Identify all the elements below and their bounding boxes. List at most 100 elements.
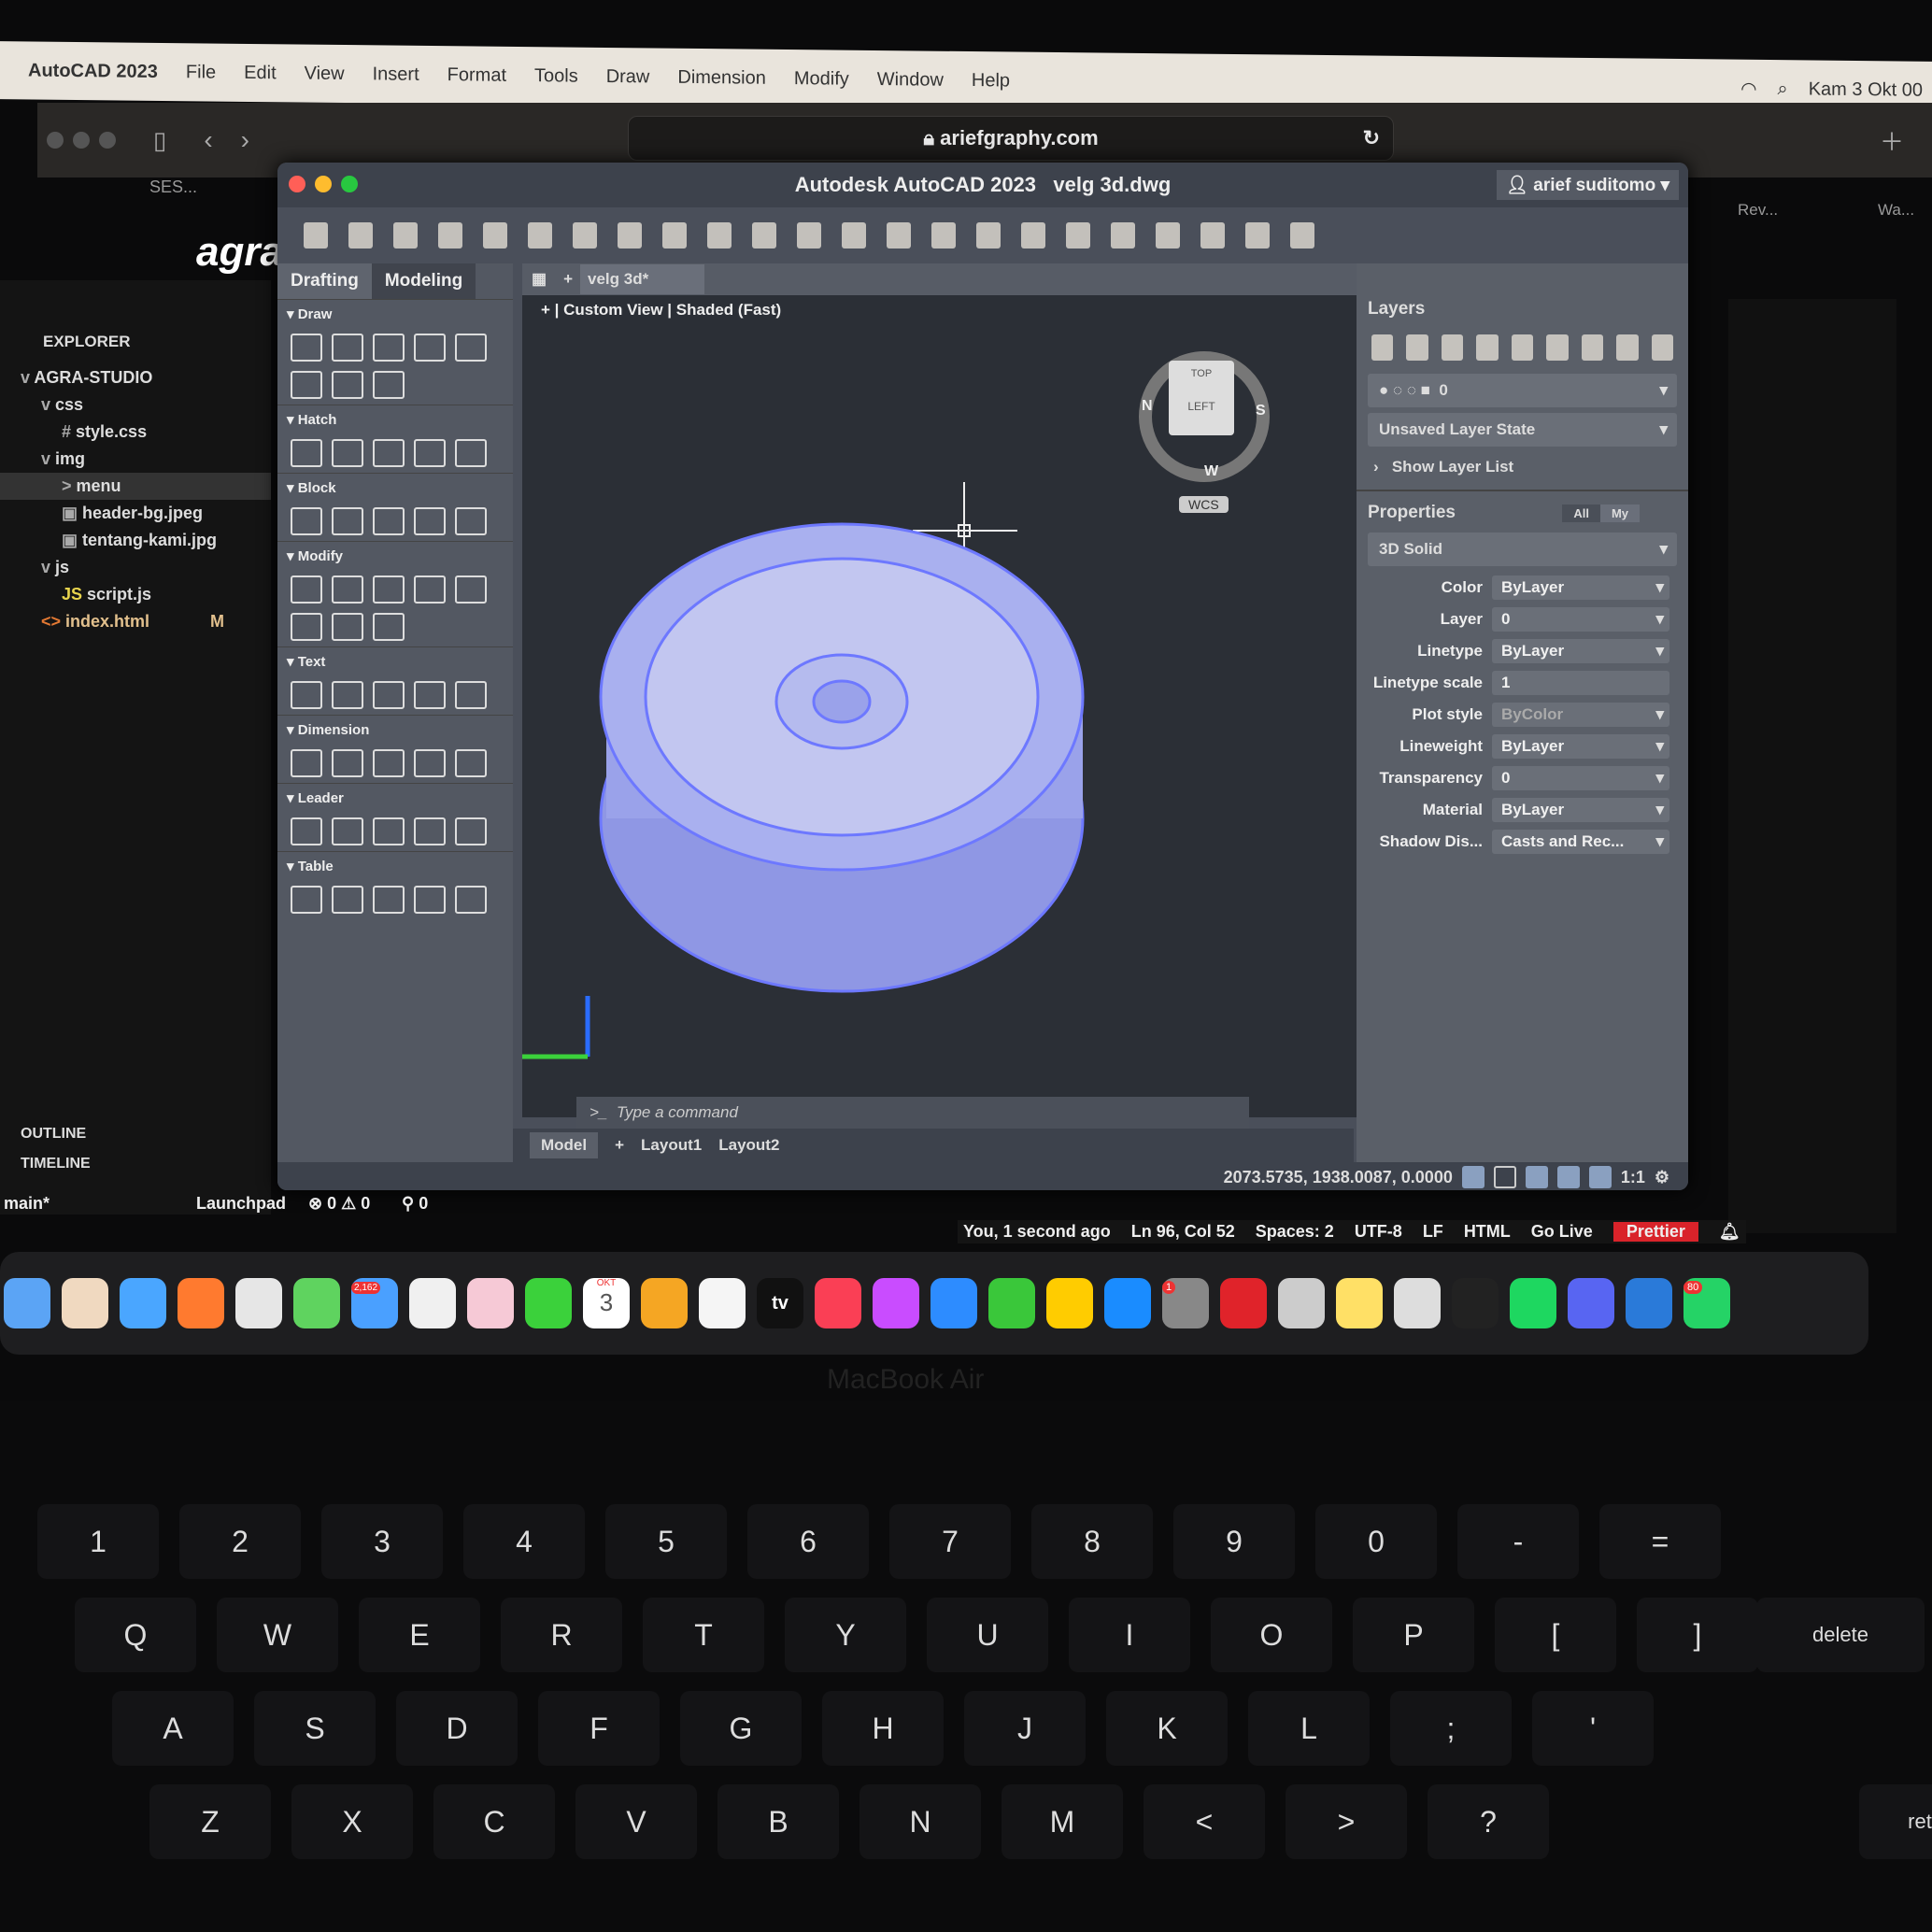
user-account-button[interactable]: 👤︎ arief suditomo ▾ bbox=[1496, 170, 1679, 200]
tool-icon[interactable] bbox=[291, 439, 322, 467]
tree-item[interactable]: v img bbox=[0, 446, 271, 473]
back-icon[interactable]: ‹ bbox=[204, 125, 212, 155]
attach-icon[interactable] bbox=[842, 222, 866, 249]
layer-tool-icon[interactable] bbox=[1616, 334, 1639, 361]
key[interactable]: A bbox=[112, 1691, 234, 1766]
ports-indicator[interactable]: ⚲ 0 bbox=[402, 1194, 428, 1214]
tool-icon[interactable] bbox=[332, 886, 363, 914]
tool-icon[interactable] bbox=[455, 681, 487, 709]
tree-item[interactable]: JS script.js bbox=[0, 581, 271, 608]
menu-insert[interactable]: Insert bbox=[373, 64, 419, 86]
dock-app-icon[interactable]: 1 bbox=[1162, 1278, 1209, 1328]
tool-icon[interactable] bbox=[332, 371, 363, 399]
key[interactable]: E bbox=[359, 1598, 480, 1672]
plot-icon[interactable] bbox=[573, 222, 597, 249]
git-blame[interactable]: You, 1 second ago bbox=[963, 1222, 1111, 1242]
dock-app-icon[interactable] bbox=[1626, 1278, 1672, 1328]
search-icon[interactable]: ⌕ bbox=[1778, 78, 1788, 100]
key[interactable]: 3 bbox=[321, 1504, 443, 1579]
tool-icon[interactable] bbox=[455, 749, 487, 777]
redo-icon[interactable] bbox=[528, 222, 552, 249]
tool-icon[interactable] bbox=[332, 681, 363, 709]
key[interactable]: < bbox=[1144, 1784, 1265, 1859]
tool-icon[interactable] bbox=[291, 575, 322, 604]
key[interactable]: C bbox=[433, 1784, 555, 1859]
key[interactable]: ] bbox=[1637, 1598, 1758, 1672]
menu-window[interactable]: Window bbox=[877, 69, 944, 92]
browser-tab[interactable]: SES... bbox=[149, 178, 197, 197]
tool-icon[interactable] bbox=[332, 334, 363, 362]
menu-file[interactable]: File bbox=[186, 62, 216, 83]
key[interactable]: 7 bbox=[889, 1504, 1011, 1579]
problems-indicator[interactable]: ⊗ 0 ⚠ 0 bbox=[308, 1194, 370, 1214]
current-layer-dropdown[interactable]: ● ◌ ◌ ■ 0 bbox=[1368, 374, 1677, 407]
tool-icon[interactable] bbox=[373, 681, 405, 709]
tree-item[interactable]: > menu bbox=[0, 473, 271, 500]
window-minimize-button[interactable] bbox=[73, 132, 90, 149]
dock-app-icon[interactable]: OKT 3 bbox=[583, 1278, 630, 1328]
property-value[interactable]: 0 bbox=[1492, 607, 1669, 632]
show-layer-list-toggle[interactable]: › Show Layer List bbox=[1357, 452, 1688, 482]
key[interactable]: R bbox=[501, 1598, 622, 1672]
dock-app-icon[interactable] bbox=[1046, 1278, 1093, 1328]
command-input[interactable]: Type a command bbox=[617, 1103, 738, 1121]
key[interactable]: N bbox=[859, 1784, 981, 1859]
menu-edit[interactable]: Edit bbox=[244, 62, 276, 83]
key[interactable]: ' bbox=[1532, 1691, 1654, 1766]
tool-icon[interactable] bbox=[414, 886, 446, 914]
tool-icon[interactable] bbox=[414, 575, 446, 604]
key[interactable]: U bbox=[927, 1598, 1048, 1672]
section-header[interactable]: ▾ Dimension bbox=[277, 715, 513, 744]
menu-tools[interactable]: Tools bbox=[534, 65, 578, 87]
tool-icon[interactable] bbox=[455, 886, 487, 914]
property-value[interactable]: ByLayer bbox=[1492, 575, 1669, 600]
return-key[interactable]: ret bbox=[1859, 1784, 1932, 1859]
key[interactable]: ; bbox=[1390, 1691, 1512, 1766]
tool-icon[interactable] bbox=[455, 817, 487, 845]
share-icon[interactable] bbox=[1200, 222, 1225, 249]
tool-icon[interactable] bbox=[373, 886, 405, 914]
dock-app-icon[interactable] bbox=[1568, 1278, 1614, 1328]
menu-dimension[interactable]: Dimension bbox=[677, 66, 765, 89]
tool-icon[interactable] bbox=[332, 749, 363, 777]
save-icon[interactable] bbox=[393, 222, 418, 249]
browser-tab[interactable]: Wa... bbox=[1878, 201, 1914, 220]
tool-icon[interactable] bbox=[455, 507, 487, 535]
layer-tool-icon[interactable] bbox=[1371, 334, 1394, 361]
section-header[interactable]: ▾ Hatch bbox=[277, 405, 513, 433]
layer-tool-icon[interactable] bbox=[1476, 334, 1499, 361]
tool-icon[interactable] bbox=[291, 507, 322, 535]
tool-icon[interactable] bbox=[414, 681, 446, 709]
tool-icon[interactable] bbox=[373, 439, 405, 467]
wifi-icon[interactable]: ◠ bbox=[1740, 77, 1756, 100]
tool-icon[interactable] bbox=[455, 334, 487, 362]
outline-section[interactable]: OUTLINE bbox=[21, 1126, 86, 1143]
key[interactable]: M bbox=[1002, 1784, 1123, 1859]
sidebar-icon[interactable]: ▯ bbox=[153, 126, 166, 155]
layer-tool-icon[interactable] bbox=[1581, 334, 1604, 361]
property-value[interactable]: ByLayer bbox=[1492, 639, 1669, 663]
key[interactable]: J bbox=[964, 1691, 1086, 1766]
line-ending[interactable]: LF bbox=[1423, 1222, 1443, 1242]
key[interactable]: L bbox=[1248, 1691, 1370, 1766]
undo-icon[interactable] bbox=[483, 222, 507, 249]
menu-modify[interactable]: Modify bbox=[794, 68, 849, 91]
dock-app-icon[interactable] bbox=[293, 1278, 340, 1328]
dock-app-icon[interactable] bbox=[1278, 1278, 1325, 1328]
key[interactable]: T bbox=[643, 1598, 764, 1672]
section-header[interactable]: ▾ Table bbox=[277, 851, 513, 880]
layer-state-dropdown[interactable]: Unsaved Layer State bbox=[1368, 413, 1677, 447]
key[interactable]: G bbox=[680, 1691, 802, 1766]
filter-my-button[interactable]: My bbox=[1599, 504, 1640, 522]
dock-app-icon[interactable] bbox=[988, 1278, 1035, 1328]
key[interactable]: I bbox=[1069, 1598, 1190, 1672]
layer-tool-icon[interactable] bbox=[1651, 334, 1673, 361]
dock-app-icon[interactable] bbox=[120, 1278, 166, 1328]
dock-app-icon[interactable] bbox=[4, 1278, 50, 1328]
tab-model[interactable]: Model bbox=[530, 1132, 599, 1158]
dock-app-icon[interactable] bbox=[1510, 1278, 1556, 1328]
tree-item[interactable]: ▣ tentang-kami.jpg bbox=[0, 527, 271, 554]
orbit-icon[interactable] bbox=[1021, 222, 1045, 249]
minimize-button[interactable] bbox=[315, 176, 332, 192]
dock-app-icon[interactable]: 80 bbox=[1683, 1278, 1730, 1328]
